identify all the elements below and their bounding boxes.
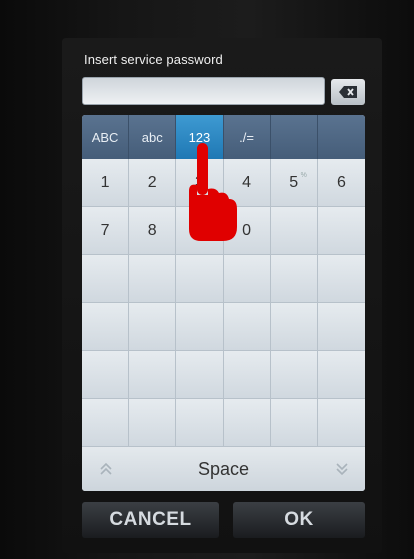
key-blank[interactable] [270,399,318,447]
backspace-button[interactable] [331,79,365,105]
key-blank[interactable] [270,255,318,303]
key-blank[interactable] [129,351,177,399]
key-blank[interactable] [82,399,130,447]
key-2[interactable]: 2 [129,159,177,207]
cancel-button[interactable]: CANCEL [82,502,219,538]
key-blank[interactable] [223,351,271,399]
key-blank[interactable] [82,255,130,303]
key-7[interactable]: 7 [82,207,130,255]
key-blank[interactable] [317,303,365,351]
key-8[interactable]: 8 [129,207,177,255]
key-blank[interactable] [317,399,365,447]
password-prompt: Insert service password [84,52,223,67]
mode-tab-lower[interactable]: abc [129,115,177,159]
key-blank[interactable] [129,303,177,351]
pointing-hand-icon [189,143,237,241]
key-blank[interactable] [223,303,271,351]
ok-button[interactable]: OK [233,502,365,538]
key-blank[interactable] [176,351,224,399]
key-blank[interactable] [82,303,130,351]
key-1[interactable]: 1 [82,159,130,207]
mode-tab-empty-2[interactable] [318,115,365,159]
double-chevron-up-icon [99,462,112,475]
mode-tab-empty-1[interactable] [271,115,318,159]
key-blank[interactable] [270,351,318,399]
key-blank[interactable] [270,207,318,255]
mode-tab-upper[interactable]: ABC [82,115,130,159]
keypad-bottom-row: Space [82,447,365,491]
key-blank[interactable] [223,399,271,447]
shift-down-button[interactable] [318,447,365,491]
key-blank[interactable] [82,351,130,399]
shift-up-button[interactable] [82,447,129,491]
key-blank[interactable] [176,255,224,303]
double-chevron-down-icon [335,463,348,476]
backspace-icon [339,86,357,98]
key-blank[interactable] [176,303,224,351]
key-blank[interactable] [317,255,365,303]
key-5-superscript: % [300,172,307,179]
password-input[interactable] [82,77,325,105]
key-blank[interactable] [317,351,365,399]
key-blank[interactable] [317,207,365,255]
key-blank[interactable] [270,303,318,351]
space-key[interactable]: Space [129,447,318,491]
key-blank[interactable] [129,399,177,447]
key-blank[interactable] [176,399,224,447]
key-5[interactable]: 5% [270,159,318,207]
key-blank[interactable] [129,255,177,303]
key-blank[interactable] [223,255,271,303]
key-5-label: 5 [289,173,299,191]
key-6[interactable]: 6 [317,159,365,207]
